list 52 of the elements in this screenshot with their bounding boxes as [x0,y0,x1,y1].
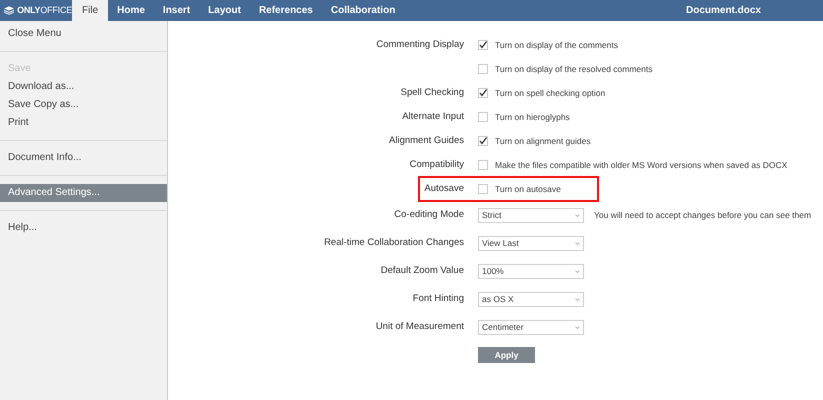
menu-tab[interactable]: References [250,0,322,21]
logo-text: ONLYOFFICE [17,4,72,17]
menu-tab[interactable]: File [72,0,108,21]
caret-icon [575,214,580,216]
dropdown[interactable]: as OS X [478,292,584,306]
setting-label: Alignment Guides [389,134,464,146]
checkbox-label: Turn on hieroglyphs [495,110,570,124]
menu-tab[interactable]: Insert [154,0,200,21]
setting-label: Commenting Display [376,38,464,50]
menu-item[interactable]: Print [0,114,167,132]
checkbox-label: Turn on display of the resolved comments [495,62,652,76]
check-icon [479,41,487,49]
checkbox[interactable] [478,136,488,146]
caret-icon [575,242,580,244]
checkbox-label: Turn on spell checking option [495,86,606,100]
menu-item[interactable]: Document Info... [0,149,167,167]
stack-logo-icon [4,6,14,15]
dropdown[interactable]: View Last [478,236,584,250]
setting-label: Compatibility [410,158,464,170]
hint-text: You will need to accept changes before you can see them [594,208,812,222]
apply-button[interactable]: Apply [478,347,535,363]
checkbox[interactable] [478,40,488,50]
menu-item[interactable]: Download as... [0,78,167,96]
setting-label: Alternate Input [402,110,464,122]
setting-label: Real-time Collaboration Changes [324,236,464,248]
dropdown[interactable]: Strict [478,208,584,222]
menu-item[interactable]: Close Menu [0,25,167,43]
menu-tab[interactable]: Layout [199,0,250,21]
setting-label: Default Zoom Value [380,264,464,276]
setting-label: Unit of Measurement [376,320,464,332]
caret-icon [575,298,580,300]
menu-tab[interactable]: Home [108,0,154,21]
checkbox[interactable] [478,88,488,98]
checkbox-label: Turn on display of the comments [495,38,618,52]
document-title: Document.docx [686,4,761,18]
dropdown[interactable]: Centimeter [478,320,584,334]
dropdown[interactable]: 100% [478,264,584,278]
menu-item[interactable]: Advanced Settings... [0,184,167,202]
setting-label: Autosave [424,182,464,194]
checkbox-label: Turn on autosave [495,182,561,196]
setting-label: Font Hinting [412,292,464,304]
caret-icon [575,270,580,272]
setting-label: Spell Checking [400,86,464,98]
menu-tab[interactable]: Collaboration [322,0,404,21]
checkbox-label: Make the files compatible with older MS Word versions when saved as DOCX [495,158,788,172]
menu-item[interactable]: Help... [0,219,167,237]
check-icon [479,137,487,145]
caret-icon [575,326,580,328]
checkbox-label: Turn on alignment guides [495,134,591,148]
check-icon [479,89,487,97]
setting-label: Co-editing Mode [394,208,464,220]
menu-item[interactable]: Save Copy as... [0,96,167,114]
